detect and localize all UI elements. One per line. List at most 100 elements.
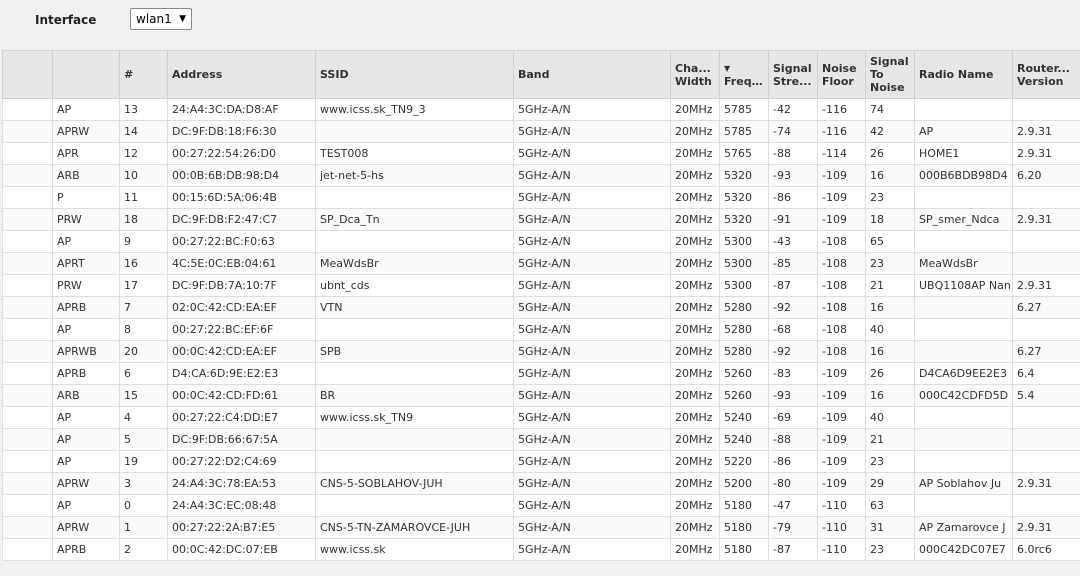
- cell-select[interactable]: [2, 450, 53, 473]
- column-header-frequency[interactable]: ▼ Freq...: [719, 50, 769, 99]
- cell-select[interactable]: [2, 384, 53, 407]
- table-row[interactable]: APRB 7 02:0C:42:CD:EA:EF VTN 5GHz-A/N 20MHz 52…: [2, 296, 1080, 319]
- cell-select[interactable]: [2, 296, 53, 319]
- column-header-channel-width[interactable]: Cha... Width: [670, 50, 720, 99]
- cell-select[interactable]: [2, 164, 53, 187]
- cell-select[interactable]: [2, 98, 53, 121]
- table-row[interactable]: AP 0 24:A4:3C:EC:08:48 5GHz-A/N 20MHz 5180 -47…: [2, 494, 1080, 517]
- cell-number: 5: [119, 428, 168, 451]
- cell-number: 10: [119, 164, 168, 187]
- cell-signal-strength: -92: [768, 296, 818, 319]
- cell-channel-width: 20MHz: [670, 274, 720, 297]
- table-row[interactable]: PRW 17 DC:9F:DB:7A:10:7F ubnt_cds 5GHz-A/N 20…: [2, 274, 1080, 297]
- table-row[interactable]: APRB 2 00:0C:42:DC:07:EB www.icss.sk 5GHz-A/…: [2, 538, 1080, 561]
- table-row[interactable]: APRWB 20 00:0C:42:CD:EA:EF SPB 5GHz-A/N 20MHz…: [2, 340, 1080, 363]
- cell-select[interactable]: [2, 428, 53, 451]
- cell-radio-name: [914, 494, 1013, 517]
- cell-ssid: [315, 318, 514, 341]
- cell-radio-name: AP: [914, 120, 1013, 143]
- cell-frequency: 5785: [719, 120, 769, 143]
- column-header-signal-to-noise[interactable]: Signal To Noise: [865, 50, 915, 99]
- column-header-select[interactable]: [2, 50, 53, 99]
- cell-number: 4: [119, 406, 168, 429]
- interface-select[interactable]: wlan1 ▼: [130, 8, 192, 30]
- cell-select[interactable]: [2, 252, 53, 275]
- cell-channel-width: 20MHz: [670, 208, 720, 231]
- column-header-signal-strength[interactable]: Signal Stre...: [768, 50, 818, 99]
- cell-select[interactable]: [2, 406, 53, 429]
- table-row[interactable]: AP 8 00:27:22:BC:EF:6F 5GHz-A/N 20MHz 5280 -68…: [2, 318, 1080, 341]
- table-row[interactable]: PRW 18 DC:9F:DB:F2:47:C7 SP_Dca_Tn 5GHz-A/N 2…: [2, 208, 1080, 231]
- toolbar: Interface wlan1 ▼: [0, 0, 1080, 50]
- cell-select[interactable]: [2, 494, 53, 517]
- cell-band: 5GHz-A/N: [513, 450, 671, 473]
- cell-channel-width: 20MHz: [670, 406, 720, 429]
- cell-flags: APRW: [52, 472, 120, 495]
- table-row[interactable]: ARB 15 00:0C:42:CD:FD:61 BR 5GHz-A/N 20MHz 526…: [2, 384, 1080, 407]
- cell-select[interactable]: [2, 142, 53, 165]
- column-header-noise-floor[interactable]: Noise Floor: [817, 50, 866, 99]
- cell-select[interactable]: [2, 516, 53, 539]
- table-row[interactable]: AP 5 DC:9F:DB:66:67:5A 5GHz-A/N 20MHz 5240 -88…: [2, 428, 1080, 451]
- cell-select[interactable]: [2, 186, 53, 209]
- cell-flags: APRW: [52, 516, 120, 539]
- cell-band: 5GHz-A/N: [513, 428, 671, 451]
- cell-number: 20: [119, 340, 168, 363]
- cell-signal-strength: -87: [768, 274, 818, 297]
- table-row[interactable]: AP 9 00:27:22:BC:F0:63 5GHz-A/N 20MHz 5300 -43…: [2, 230, 1080, 253]
- table-row[interactable]: P 11 00:15:6D:5A:06:4B 5GHz-A/N 20MHz 5320 -86…: [2, 186, 1080, 209]
- column-header-address[interactable]: Address: [167, 50, 316, 99]
- cell-signal-to-noise: 16: [865, 384, 915, 407]
- table-row[interactable]: AP 19 00:27:22:D2:C4:69 5GHz-A/N 20MHz 5220 -8…: [2, 450, 1080, 473]
- table-row[interactable]: APR 12 00:27:22:54:26:D0 TEST008 5GHz-A/N 20M…: [2, 142, 1080, 165]
- cell-radio-name: MeaWdsBr: [914, 252, 1013, 275]
- cell-signal-strength: -74: [768, 120, 818, 143]
- table-row[interactable]: AP 4 00:27:22:C4:DD:E7 www.icss.sk_TN9 5GHz-…: [2, 406, 1080, 429]
- cell-ssid: BR: [315, 384, 514, 407]
- cell-signal-to-noise: 31: [865, 516, 915, 539]
- cell-ssid: SP_Dca_Tn: [315, 208, 514, 231]
- cell-select[interactable]: [2, 362, 53, 385]
- column-header-ssid[interactable]: SSID: [315, 50, 514, 99]
- cell-router-version: 2.9.31: [1012, 274, 1080, 297]
- cell-select[interactable]: [2, 340, 53, 363]
- column-header-band[interactable]: Band: [513, 50, 671, 99]
- cell-noise-floor: -108: [817, 230, 866, 253]
- cell-select[interactable]: [2, 208, 53, 231]
- cell-radio-name: 000C42CDFD5D: [914, 384, 1013, 407]
- cell-ssid: CNS-5-SOBLAHOV-JUH: [315, 472, 514, 495]
- cell-select[interactable]: [2, 318, 53, 341]
- cell-select[interactable]: [2, 120, 53, 143]
- cell-select[interactable]: [2, 230, 53, 253]
- cell-band: 5GHz-A/N: [513, 362, 671, 385]
- table-row[interactable]: APRT 16 4C:5E:0C:EB:04:61 MeaWdsBr 5GHz-A/N 2…: [2, 252, 1080, 275]
- cell-channel-width: 20MHz: [670, 230, 720, 253]
- cell-ssid: jet-net-5-hs: [315, 164, 514, 187]
- cell-band: 5GHz-A/N: [513, 538, 671, 561]
- cell-signal-strength: -93: [768, 164, 818, 187]
- cell-noise-floor: -108: [817, 340, 866, 363]
- table-row[interactable]: AP 13 24:A4:3C:DA:D8:AF www.icss.sk_TN9_3 5G…: [2, 98, 1080, 121]
- cell-router-version: [1012, 230, 1080, 253]
- cell-number: 15: [119, 384, 168, 407]
- table-row[interactable]: APRW 3 24:A4:3C:78:EA:53 CNS-5-SOBLAHOV-JUH…: [2, 472, 1080, 495]
- table-row[interactable]: APRW 1 00:27:22:2A:B7:E5 CNS-5-TN-ZAMAROVCE…: [2, 516, 1080, 539]
- cell-ssid: [315, 186, 514, 209]
- cell-channel-width: 20MHz: [670, 472, 720, 495]
- cell-select[interactable]: [2, 472, 53, 495]
- header-line: Floor: [822, 74, 854, 88]
- cell-address: 24:A4:3C:EC:08:48: [167, 494, 316, 517]
- cell-select[interactable]: [2, 274, 53, 297]
- table-row[interactable]: APRB 6 D4:CA:6D:9E:E2:E3 5GHz-A/N 20MHz 5260-…: [2, 362, 1080, 385]
- table-row[interactable]: ARB 10 00:0B:6B:DB:98:D4 jet-net-5-hs 5GHz-A…: [2, 164, 1080, 187]
- cell-signal-strength: -88: [768, 142, 818, 165]
- table-row[interactable]: APRW 14 DC:9F:DB:18:F6:30 5GHz-A/N 20MHz 5785…: [2, 120, 1080, 143]
- column-header-flags[interactable]: [52, 50, 120, 99]
- cell-select[interactable]: [2, 538, 53, 561]
- column-header-number[interactable]: #: [119, 50, 168, 99]
- cell-address: 00:0B:6B:DB:98:D4: [167, 164, 316, 187]
- cell-signal-strength: -79: [768, 516, 818, 539]
- column-header-radio-name[interactable]: Radio Name: [914, 50, 1013, 99]
- column-header-router-version[interactable]: Router... Version: [1012, 50, 1080, 99]
- cell-signal-strength: -88: [768, 428, 818, 451]
